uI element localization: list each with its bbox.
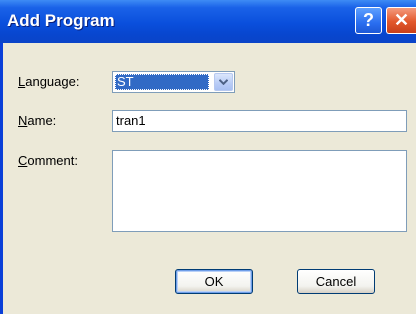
help-button[interactable]: ? <box>355 7 382 34</box>
close-icon: ✕ <box>393 10 410 30</box>
chevron-down-icon <box>219 79 228 85</box>
name-label-mnemonic: N <box>18 113 28 128</box>
comment-label: Comment: <box>18 153 78 168</box>
dialog-title: Add Program <box>7 11 115 30</box>
dialog-body: Language: ST Name: tran1 Comment: OK Can… <box>3 43 416 314</box>
ok-button[interactable]: OK <box>175 269 253 294</box>
language-selected-value: ST <box>115 74 209 90</box>
name-field[interactable]: tran1 <box>112 110 407 132</box>
help-icon: ? <box>363 10 374 30</box>
cancel-button[interactable]: Cancel <box>297 269 375 294</box>
language-select[interactable]: ST <box>112 71 235 93</box>
language-dropdown-button[interactable] <box>214 73 233 91</box>
close-button[interactable]: ✕ <box>386 7 416 34</box>
comment-label-rest: omment: <box>27 153 78 168</box>
add-program-dialog: Add Program ? ✕ Language: ST Name: tran1… <box>0 0 416 314</box>
ok-button-label: OK <box>204 274 224 289</box>
comment-field[interactable] <box>112 150 407 232</box>
name-label-rest: ame: <box>27 113 57 128</box>
language-label: Language: <box>18 74 79 89</box>
cancel-button-label: Cancel <box>315 274 357 289</box>
name-label: Name: <box>18 113 56 128</box>
language-label-rest: anguage: <box>25 74 80 89</box>
comment-label-mnemonic: C <box>18 153 28 168</box>
title-bar[interactable]: Add Program ? ✕ <box>0 0 416 43</box>
